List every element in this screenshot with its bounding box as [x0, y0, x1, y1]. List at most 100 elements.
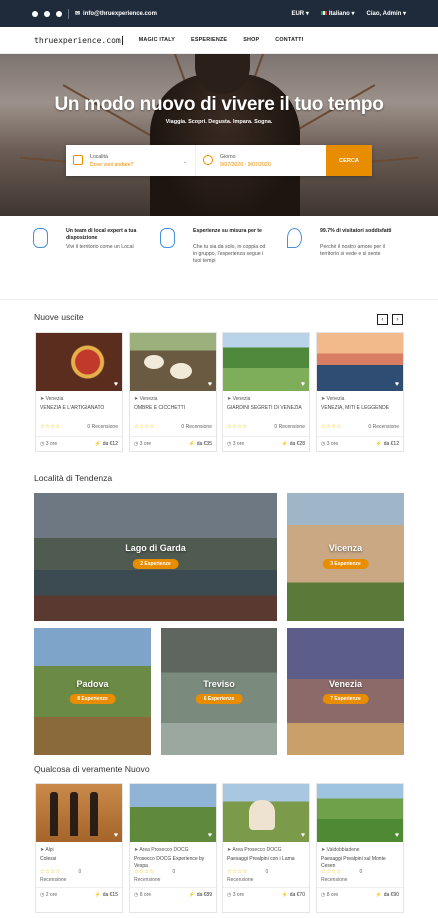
top-bar: ✉ info@thruexperience.com EUR ▾ Italiano…: [0, 0, 438, 27]
experience-card[interactable]: ♥ ➤ Area Prosecco DOCG Prosecco DOCG Exp…: [129, 783, 217, 913]
star-rating: ☆☆☆☆: [40, 869, 61, 875]
clock-icon: ◷: [321, 892, 326, 898]
heart-icon[interactable]: ♥: [114, 832, 118, 839]
nav-item-contatti[interactable]: CONTATTI: [275, 37, 303, 43]
experience-card[interactable]: ♥ ➤ Valdobbiadene Paesaggi Prealpini sul…: [316, 783, 404, 913]
hero-banner: Un modo nuovo di vivere il tuo tempo Via…: [0, 54, 438, 216]
destination-venezia[interactable]: Venezia 7 Esperienze: [287, 628, 404, 755]
card-title[interactable]: Prosecco DOCG Experience by Vespa: [130, 853, 216, 869]
card-title[interactable]: Paesaggi Prealpini sul Monte Cesen: [317, 853, 403, 869]
heart-icon[interactable]: ♥: [208, 832, 212, 839]
experience-card[interactable]: ♥ ➤ Area Prosecco DOCG Paesaggi Prealpin…: [222, 783, 310, 913]
user-menu[interactable]: Ciao, Admin ▾: [367, 10, 406, 17]
price: ⚡ da €35: [188, 441, 212, 447]
nav-item-shop[interactable]: SHOP: [243, 37, 259, 43]
currency-label: EUR: [291, 11, 305, 17]
card-image: ♥: [36, 333, 122, 391]
feature-title: Un team di local expert a tua disposizio…: [66, 228, 137, 241]
review-label: Recensione: [321, 877, 348, 883]
clock-icon: ◷: [227, 441, 232, 447]
location-text: Area Prosecco DOCG: [232, 847, 282, 853]
destination-treviso[interactable]: Treviso 6 Esperienze: [161, 628, 277, 755]
logo-text: thruexperience.com: [34, 35, 121, 45]
destination-padova[interactable]: Padova 8 Esperienze: [34, 628, 151, 755]
nav-item-esperienze[interactable]: ESPERIENZE: [191, 37, 227, 43]
duration-text: 3 ore: [45, 441, 58, 447]
price-text: da €89: [196, 892, 212, 898]
review-count: 0 Recensione: [274, 424, 305, 430]
location-field[interactable]: Località Dove vuoi andare? ⌄: [66, 145, 196, 176]
date-input[interactable]: 9/07/2020 - 9/07/2020: [220, 162, 271, 168]
site-logo[interactable]: thruexperience.com: [34, 35, 123, 45]
currency-select[interactable]: EUR ▾: [291, 10, 308, 17]
destination-vicenza[interactable]: Vicenza 3 Esperienze: [287, 493, 404, 621]
experience-card[interactable]: ♥ ➤ Venezia OMBRE E CICCHETTI ☆☆☆☆ 0 Rece…: [129, 332, 217, 452]
italy-flag-icon: [320, 11, 327, 15]
star-rating: ☆☆☆☆: [321, 424, 342, 430]
nav-item-magic-italy[interactable]: MAGIC ITALY: [139, 37, 175, 43]
card-image: ♥: [317, 784, 403, 842]
prev-arrow-icon[interactable]: ‹: [377, 314, 388, 325]
card-title[interactable]: VENEZIA, MITI E LEGGENDE: [317, 402, 403, 424]
card-title[interactable]: Paesaggi Prealpini con i Lama: [223, 853, 309, 869]
bottle-shape: [50, 792, 58, 836]
card-title[interactable]: Colessi: [36, 853, 122, 869]
feature-title: 99.7% di visitatori soddisfatti: [320, 228, 392, 234]
card-title[interactable]: GIARDINI SEGRETI DI VENEZIA: [223, 402, 309, 424]
review-count: 0: [359, 869, 363, 875]
price-text: da €70: [289, 892, 305, 898]
review-count: 0 Recensione: [368, 424, 399, 430]
map-icon: [73, 155, 83, 165]
destination-lago-di-garda[interactable]: Lago di Garda 2 Esperienze: [34, 493, 277, 621]
review-label: Recensione: [40, 877, 67, 883]
review-count: 0: [265, 869, 269, 875]
heart-icon[interactable]: ♥: [301, 381, 305, 388]
card-location: ➤ Valdobbiadene: [321, 847, 360, 853]
review-count: 0: [78, 869, 82, 875]
card-image: ♥: [317, 333, 403, 391]
bolt-icon: ⚡: [94, 892, 101, 898]
experience-count-badge: 8 Esperienze: [69, 694, 116, 704]
heart-icon[interactable]: ♥: [301, 832, 305, 839]
location-text: Valdobbiadene: [326, 847, 360, 853]
bolt-icon: ⚡: [94, 441, 101, 447]
price: ⚡ da €70: [281, 892, 305, 898]
bolt-icon: ⚡: [375, 441, 382, 447]
card-title[interactable]: VENEZIA E L'ARTIGIANATO: [36, 402, 122, 424]
llama-shape: [249, 800, 275, 830]
duration-text: 3 ore: [326, 441, 339, 447]
heart-icon[interactable]: ♥: [208, 381, 212, 388]
duration-text: 8 ore: [139, 892, 152, 898]
bolt-icon: ⚡: [375, 892, 382, 898]
next-arrow-icon[interactable]: ›: [392, 314, 403, 325]
location-text: Venezia: [232, 396, 251, 402]
card-title[interactable]: OMBRE E CICCHETTI: [130, 402, 216, 424]
bottle-shape: [70, 792, 78, 836]
star-rating: ☆☆☆☆: [134, 869, 155, 875]
card-location: ➤ Alpi: [40, 847, 54, 853]
heart-icon[interactable]: ♥: [395, 381, 399, 388]
experience-card[interactable]: ♥ ➤ Venezia VENEZIA, MITI E LEGGENDE ☆☆☆…: [316, 332, 404, 452]
feature-title: Esperienze su misura per te: [193, 228, 262, 234]
location-input[interactable]: Dove vuoi andare?: [90, 162, 134, 168]
location-text: Alpi: [45, 847, 54, 853]
experience-card[interactable]: ♥ ➤ Venezia GIARDINI SEGRETI DI VENEZIA …: [222, 332, 310, 452]
email-link[interactable]: ✉ info@thruexperience.com: [75, 10, 157, 18]
experience-card[interactable]: ♥ ➤ Venezia VENEZIA E L'ARTIGIANATO ☆☆☆☆…: [35, 332, 123, 452]
features-row: Un team di local expert a tua disposizio…: [0, 216, 438, 300]
review-label: Recensione: [227, 877, 254, 883]
facebook-icon[interactable]: [32, 10, 38, 17]
experience-card[interactable]: ♥ ➤ Alpi Colessi ☆☆☆☆ 0 Recensione ◷ 2 or…: [35, 783, 123, 913]
duration-text: 3 ore: [139, 441, 152, 447]
heart-icon[interactable]: ♥: [395, 832, 399, 839]
card-location: ➤ Venezia: [227, 396, 251, 402]
instagram-icon[interactable]: [44, 10, 50, 17]
account-icon[interactable]: [56, 10, 62, 17]
price: ⚡ da €89: [188, 892, 212, 898]
heart-icon[interactable]: ♥: [114, 381, 118, 388]
search-button[interactable]: CERCA: [326, 145, 372, 176]
price: ⚡ da €90: [375, 892, 399, 898]
date-field[interactable]: Giorno 9/07/2020 - 9/07/2020: [196, 145, 326, 176]
language-select[interactable]: Italiano ▾: [320, 10, 355, 17]
star-rating: ☆☆☆☆: [227, 424, 248, 430]
